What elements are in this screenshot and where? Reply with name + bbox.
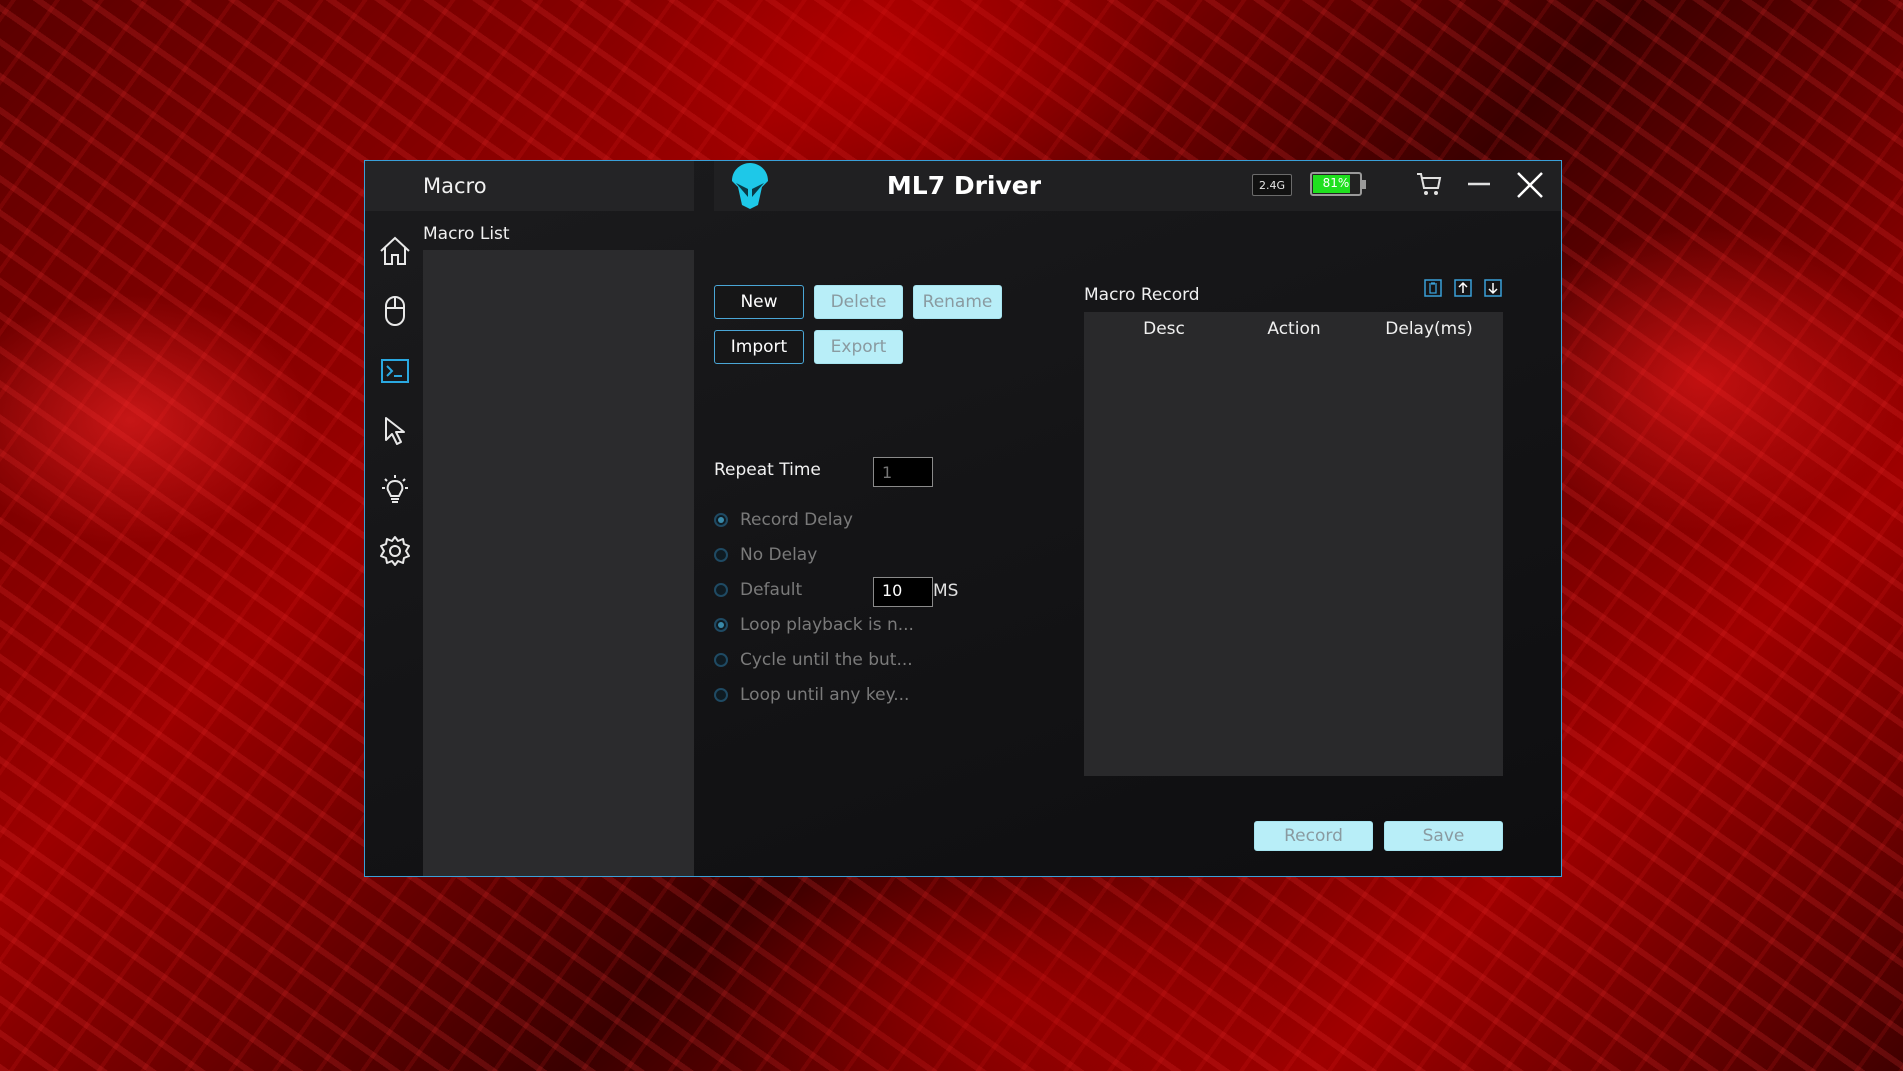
cart-icon[interactable] (1414, 169, 1444, 203)
app-title: ML7 Driver (886, 171, 1042, 200)
repeat-time-label: Repeat Time (714, 460, 821, 480)
section-header: Macro (365, 161, 694, 211)
connection-badge: 2.4G (1252, 174, 1292, 196)
no-delay-option[interactable]: No Delay (714, 543, 817, 567)
radio-icon (714, 688, 728, 702)
macro-list[interactable] (423, 250, 694, 876)
mouse-icon (385, 296, 405, 326)
rename-button[interactable]: Rename (913, 285, 1002, 319)
gear-icon (380, 536, 410, 566)
arrow-down-icon[interactable] (1484, 279, 1502, 297)
macro-record-title: Macro Record (1084, 285, 1200, 305)
macro-list-label: Macro List (423, 224, 510, 244)
record-button[interactable]: Record (1254, 821, 1373, 851)
app-window: Macro ML7 Driver 2.4G 81% Macro List New… (364, 160, 1562, 877)
column-desc: Desc (1143, 319, 1185, 339)
macro-record-table[interactable]: Desc Action Delay(ms) (1084, 312, 1503, 776)
loop-until-key-option[interactable]: Loop until any key... (714, 683, 909, 707)
nav-settings[interactable] (375, 531, 415, 571)
sidebar-nav (365, 211, 424, 876)
delete-button[interactable]: Delete (814, 285, 903, 319)
arrow-up-icon[interactable] (1454, 279, 1472, 297)
nav-home[interactable] (375, 231, 415, 271)
radio-label: Record Delay (740, 510, 853, 530)
trash-icon[interactable] (1424, 279, 1442, 297)
battery-nub (1362, 180, 1366, 189)
close-icon[interactable] (1514, 169, 1546, 205)
radio-icon (714, 513, 728, 527)
repeat-time-input[interactable] (873, 457, 933, 487)
battery-indicator: 81% (1310, 172, 1366, 196)
radio-icon (714, 653, 728, 667)
radio-icon (714, 618, 728, 632)
radio-label: Cycle until the but... (740, 650, 913, 670)
title-bar: ML7 Driver 2.4G 81% (714, 161, 1561, 211)
ms-unit-label: MS (933, 581, 959, 601)
cycle-until-option[interactable]: Cycle until the but... (714, 648, 913, 672)
radio-label: Default (740, 580, 803, 600)
default-delay-option[interactable]: Default (714, 578, 802, 602)
nav-macro[interactable] (375, 351, 415, 391)
nav-pointer[interactable] (375, 411, 415, 451)
minimize-icon[interactable] (1464, 169, 1494, 203)
lightbulb-icon (382, 475, 408, 503)
import-button[interactable]: Import (714, 330, 804, 364)
radio-label: Loop until any key... (740, 685, 910, 705)
export-button[interactable]: Export (814, 330, 903, 364)
section-title: Macro (423, 174, 487, 198)
radio-icon (714, 583, 728, 597)
nav-lighting[interactable] (375, 471, 415, 511)
save-button[interactable]: Save (1384, 821, 1503, 851)
new-button[interactable]: New (714, 285, 804, 319)
loop-playback-option[interactable]: Loop playback is n... (714, 613, 914, 637)
terminal-icon (381, 359, 409, 383)
default-delay-input[interactable]: 10 (873, 577, 933, 607)
radio-label: No Delay (740, 545, 818, 565)
nav-mouse[interactable] (375, 291, 415, 331)
cursor-icon (385, 417, 405, 445)
column-delay: Delay(ms) (1385, 319, 1473, 339)
home-icon (380, 236, 410, 265)
battery-percent: 81% (1322, 176, 1350, 190)
radio-label: Loop playback is n... (740, 615, 914, 635)
column-action: Action (1267, 319, 1321, 339)
record-delay-option[interactable]: Record Delay (714, 508, 853, 532)
radio-icon (714, 548, 728, 562)
